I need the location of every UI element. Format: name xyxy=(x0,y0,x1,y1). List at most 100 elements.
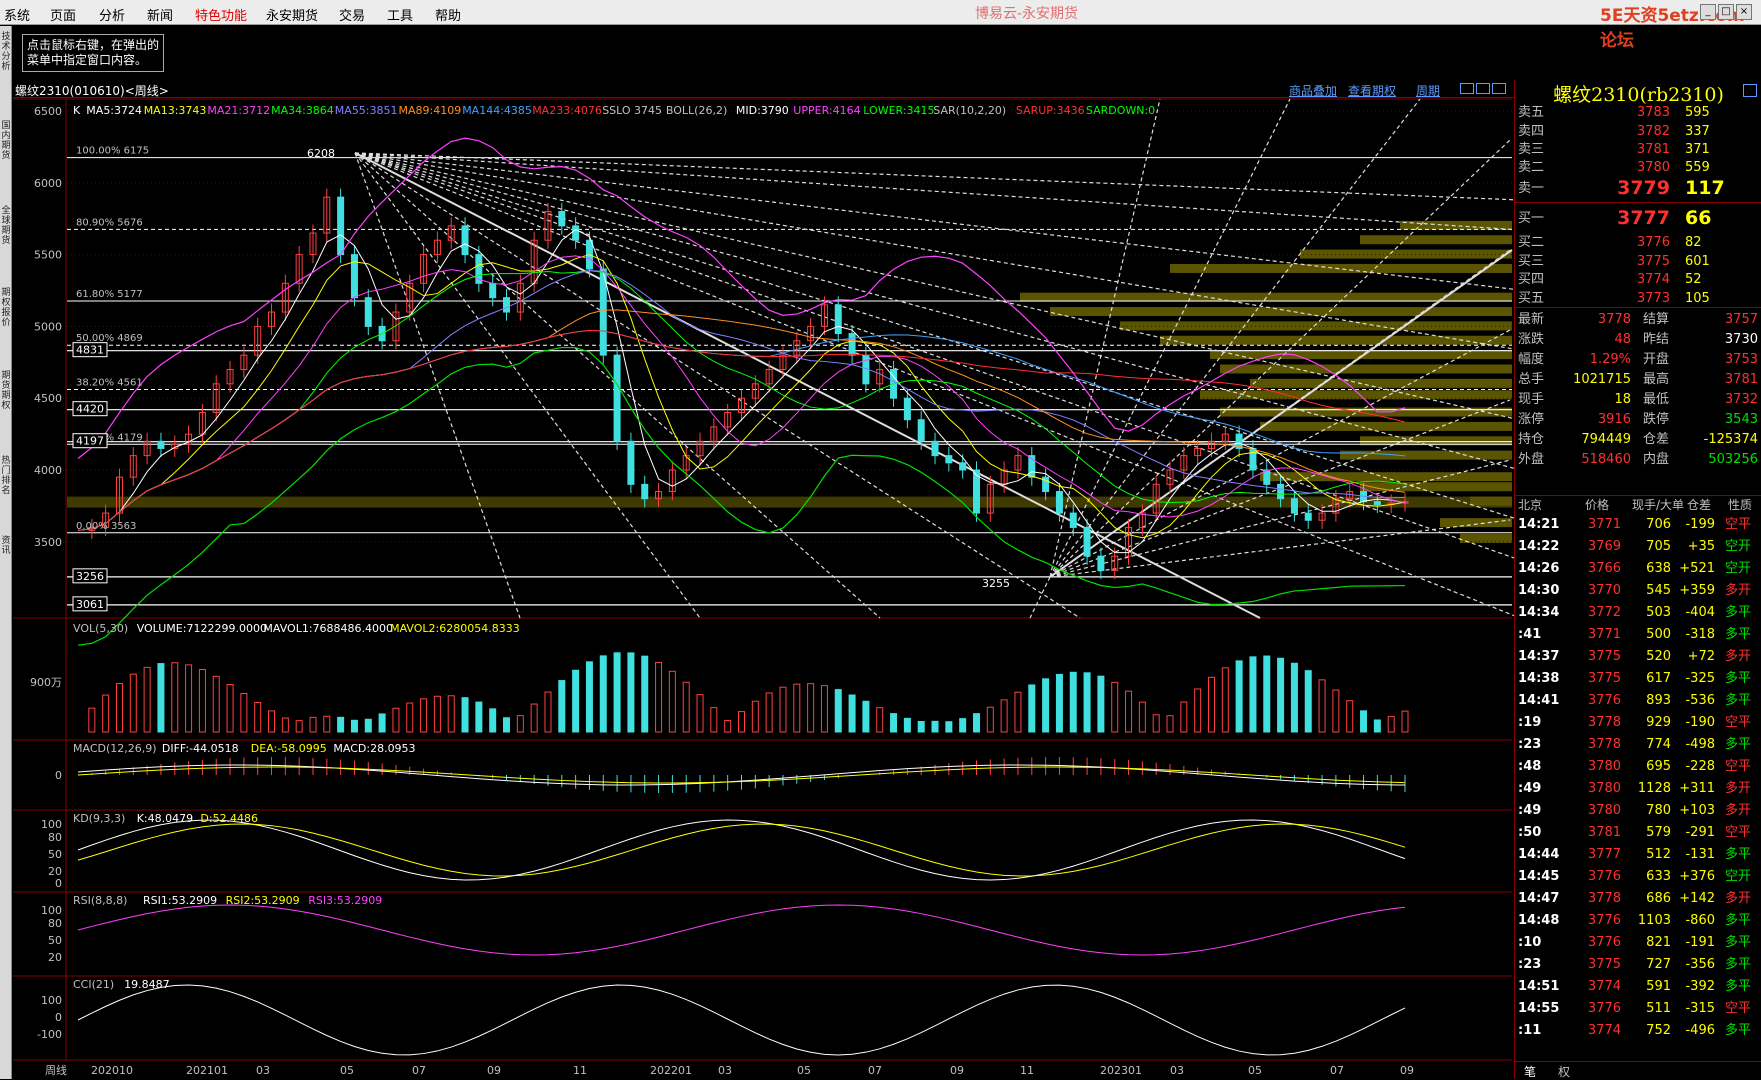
tick-time: :48 xyxy=(1518,759,1542,774)
tick-row[interactable]: :11 3774 752 -496 多平 xyxy=(1515,1021,1761,1040)
tick-row[interactable]: 14:51 3774 591 -392 多平 xyxy=(1515,977,1761,996)
volume-bar xyxy=(751,700,759,733)
minimize-button[interactable]: _ xyxy=(1700,4,1716,20)
volume-bar xyxy=(1360,710,1368,733)
ask-row[interactable]: 卖四 3782 337 xyxy=(1515,122,1761,141)
x-axis-tick: 202201 xyxy=(650,1064,692,1077)
tab-trades[interactable]: 笔 xyxy=(1524,1063,1536,1080)
tick-row[interactable]: 14:21 3771 706 -199 空平 xyxy=(1515,515,1761,534)
tick-row[interactable]: :19 3778 929 -190 空平 xyxy=(1515,713,1761,732)
chart-area[interactable]: K MA5:3724 MA13:3743 MA21:3712 MA34:3864 MA55… xyxy=(0,0,1514,1079)
ask-row[interactable]: 卖三 3781 371 xyxy=(1515,140,1761,159)
volume-bar xyxy=(558,680,566,733)
fib-label: 0.00% 3563 xyxy=(76,521,136,532)
bid-row[interactable]: 买四 3774 52 xyxy=(1515,270,1761,289)
tick-row[interactable]: :23 3778 774 -498 多平 xyxy=(1515,735,1761,754)
price-tick: 6500 xyxy=(34,105,62,118)
tick-row[interactable]: 14:30 3770 545 +359 多开 xyxy=(1515,581,1761,600)
volume-bar xyxy=(696,694,704,733)
tick-row[interactable]: 14:34 3772 503 -404 多平 xyxy=(1515,603,1761,622)
volume-bar xyxy=(323,715,331,733)
candle-body xyxy=(931,440,939,457)
tick-row[interactable]: :49 3780 780 +103 多开 xyxy=(1515,801,1761,820)
tick-row[interactable]: :41 3771 500 -318 多平 xyxy=(1515,625,1761,644)
volume-bar xyxy=(309,716,317,733)
tick-volume: 545 xyxy=(1646,583,1671,598)
tick-oi-change: +521 xyxy=(1679,561,1715,576)
bid-row[interactable]: 买五 3773 105 xyxy=(1515,289,1761,308)
cci-axis-label: 100 xyxy=(41,994,62,1007)
price-tick: 5000 xyxy=(34,320,62,333)
stats-separator xyxy=(1515,307,1761,308)
panel-toggle-icon[interactable] xyxy=(1743,84,1757,97)
tick-volume: 633 xyxy=(1646,869,1671,884)
tick-price: 3769 xyxy=(1587,539,1621,554)
tick-row[interactable]: 14:55 3776 511 -315 空平 xyxy=(1515,999,1761,1018)
tick-time: :50 xyxy=(1518,825,1542,840)
price-tick: 4000 xyxy=(34,464,62,477)
tick-row[interactable]: :23 3775 727 -356 多平 xyxy=(1515,955,1761,974)
volume-bar xyxy=(959,718,967,733)
tick-oi-change: -536 xyxy=(1685,693,1715,708)
tick-row[interactable]: :10 3776 821 -191 多平 xyxy=(1515,933,1761,952)
stat-value: 3757 xyxy=(1724,312,1758,327)
indicator-label: CCI(21) xyxy=(73,978,114,991)
candle-body xyxy=(364,297,372,327)
volume-bar xyxy=(1318,679,1326,733)
indicator-label: DIFF:-44.0518 xyxy=(162,742,239,755)
tick-row[interactable]: 14:22 3769 705 +35 空开 xyxy=(1515,537,1761,556)
tick-oi-change: -325 xyxy=(1685,671,1715,686)
candle-body xyxy=(1277,483,1285,500)
indicator-label: SARUP:3436 xyxy=(1016,104,1085,117)
tick-row[interactable]: 14:47 3778 686 +142 多开 xyxy=(1515,889,1761,908)
tick-row[interactable]: 14:38 3775 617 -325 多平 xyxy=(1515,669,1761,688)
tick-row[interactable]: 14:41 3776 893 -536 多平 xyxy=(1515,691,1761,710)
book-volume: 82 xyxy=(1685,235,1702,250)
bid-row[interactable]: 买三 3775 601 xyxy=(1515,252,1761,271)
volume-bar xyxy=(890,713,898,733)
tick-row[interactable]: :50 3781 579 -291 空平 xyxy=(1515,823,1761,842)
stat-label: 持仓 xyxy=(1518,432,1545,447)
x-axis-tick: 03 xyxy=(256,1064,270,1077)
tick-row[interactable]: 14:26 3766 638 +521 空开 xyxy=(1515,559,1761,578)
tick-time: :49 xyxy=(1518,781,1542,796)
candle-body xyxy=(1097,555,1105,572)
fib-label: 80.90% 5676 xyxy=(76,217,143,228)
stat-row: 总手 1021715 最高 3781 xyxy=(1515,370,1761,389)
ask-row[interactable]: 卖二 3780 559 xyxy=(1515,158,1761,177)
tick-nature: 空平 xyxy=(1725,759,1752,774)
volume-bar xyxy=(268,710,276,733)
fib-label: 38.20% 4561 xyxy=(76,377,143,388)
rsi-axis-label: 20 xyxy=(48,951,62,964)
tick-time: 14:55 xyxy=(1518,1001,1560,1016)
indicator-label: VOLUME:7122299.0000 xyxy=(137,622,267,635)
volume-bar xyxy=(461,697,469,733)
maximize-button[interactable]: □ xyxy=(1718,4,1734,20)
close-button[interactable]: × xyxy=(1736,4,1752,20)
indicator-label: MA13:3743 xyxy=(144,104,207,117)
tick-row[interactable]: 14:45 3776 633 +376 空开 xyxy=(1515,867,1761,886)
tick-row[interactable]: :48 3780 695 -228 空平 xyxy=(1515,757,1761,776)
tick-volume: 893 xyxy=(1646,693,1671,708)
cci-axis-label: 0 xyxy=(55,1011,62,1024)
box-level-label: 4831 xyxy=(76,344,104,357)
stat-row: 涨跌 48 昨结 3730 xyxy=(1515,330,1761,349)
volume-bar xyxy=(876,707,884,733)
tick-row[interactable]: :49 3780 1128 +311 多开 xyxy=(1515,779,1761,798)
tick-header-price: 价格 xyxy=(1585,498,1610,512)
tick-time: 14:37 xyxy=(1518,649,1560,664)
ask-row[interactable]: 卖五 3783 595 xyxy=(1515,103,1761,122)
book-label: 卖一 xyxy=(1518,181,1545,196)
tab-rights[interactable]: 权 xyxy=(1558,1063,1570,1080)
bid-row[interactable]: 买二 3776 82 xyxy=(1515,233,1761,252)
volume-bar xyxy=(903,717,911,733)
ask-row[interactable]: 卖一 3779 117 xyxy=(1515,179,1761,198)
tick-header-volume: 现手/大单 xyxy=(1632,498,1685,512)
tick-row[interactable]: 14:48 3776 1103 -860 多平 xyxy=(1515,911,1761,930)
tick-nature: 多平 xyxy=(1725,1023,1752,1038)
tick-row[interactable]: 14:37 3775 520 +72 多开 xyxy=(1515,647,1761,666)
tick-nature: 多开 xyxy=(1725,891,1752,906)
tick-row[interactable]: 14:44 3777 512 -131 多平 xyxy=(1515,845,1761,864)
volume-bar xyxy=(1401,710,1409,733)
bid-row[interactable]: 买一 3777 66 xyxy=(1515,209,1761,228)
